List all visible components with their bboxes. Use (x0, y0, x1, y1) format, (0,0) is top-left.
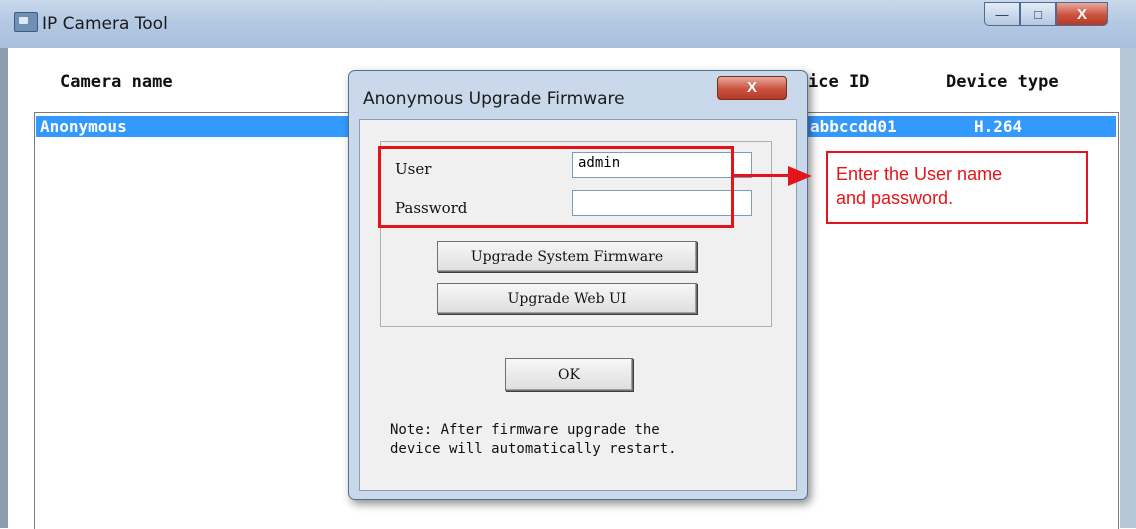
row-device-id: abbccdd01 (810, 117, 897, 136)
arrow-right-icon (788, 166, 812, 186)
camera-app-icon (14, 12, 38, 32)
column-header-device-type[interactable]: Device type (946, 72, 1059, 92)
maximize-icon: □ (1034, 6, 1042, 22)
window-titlebar: IP Camera Tool — □ X (0, 0, 1136, 49)
window-caption-buttons: — □ X (984, 2, 1108, 28)
column-header-device-id[interactable]: ice ID (808, 72, 869, 92)
upgrade-firmware-dialog: Anonymous Upgrade Firmware X User admin … (348, 70, 808, 500)
window-right-edge (1120, 48, 1136, 528)
close-icon: X (1076, 5, 1087, 23)
ok-button[interactable]: OK (505, 358, 633, 391)
upgrade-web-ui-button[interactable]: Upgrade Web UI (437, 283, 697, 314)
row-camera-name: Anonymous (40, 117, 127, 136)
restart-note: Note: After firmware upgrade the device … (390, 422, 677, 457)
callout-line-1: Enter the User name (836, 164, 1003, 184)
minimize-button[interactable]: — (984, 2, 1020, 26)
upgrade-system-firmware-button[interactable]: Upgrade System Firmware (437, 241, 697, 272)
annotation-callout: Enter the User name and password. (826, 151, 1088, 224)
close-icon: X (746, 79, 757, 96)
row-device-type: H.264 (974, 117, 1023, 136)
dialog-close-button[interactable]: X (717, 76, 787, 100)
dialog-title: Anonymous Upgrade Firmware (363, 89, 625, 109)
callout-line-2: and password. (836, 188, 954, 208)
maximize-button[interactable]: □ (1020, 2, 1056, 26)
window-left-edge (0, 48, 8, 528)
window-title: IP Camera Tool (42, 14, 168, 34)
annotation-arrow-line (734, 174, 792, 177)
close-button[interactable]: X (1056, 2, 1108, 26)
minimize-icon: — (995, 6, 1009, 22)
credentials-highlight (378, 146, 734, 228)
column-header-camera-name[interactable]: Camera name (60, 72, 173, 92)
